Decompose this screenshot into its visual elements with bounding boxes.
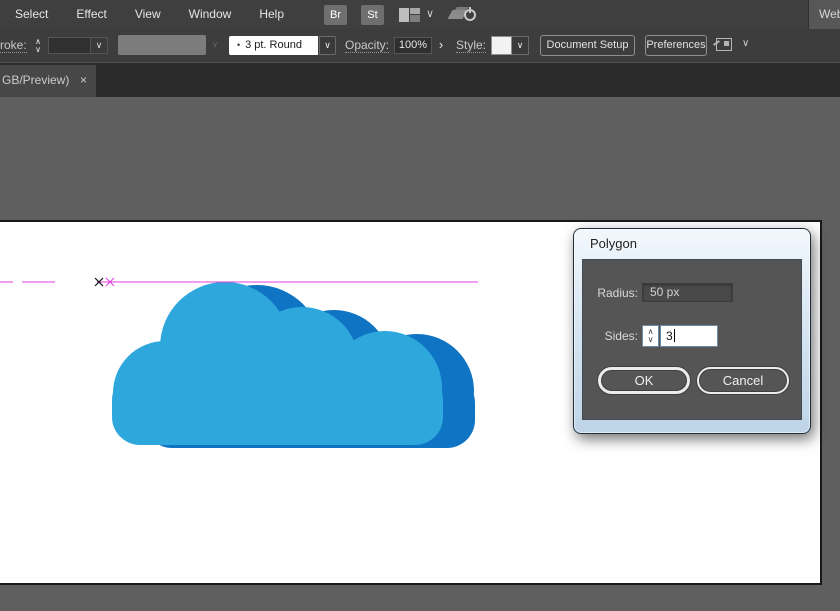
power-icon: [464, 6, 477, 21]
opacity-input[interactable]: 100%: [394, 37, 432, 54]
sides-stepper[interactable]: ∧ ∨: [642, 325, 659, 347]
options-bar: roke: ∧ ∨ ∨ ∨ • 3 pt. Round ∨ Opacity: 1…: [0, 29, 840, 62]
stepper-down-icon[interactable]: ∨: [35, 45, 41, 54]
sides-input[interactable]: 3: [660, 325, 718, 347]
chevron-down-icon[interactable]: ∨: [426, 0, 434, 29]
cancel-button[interactable]: Cancel: [697, 367, 789, 394]
pasteboard[interactable]: Polygon Radius: 50 px Sides: ∧ ∨ 3 OK Ca…: [0, 97, 840, 611]
menu-help[interactable]: Help: [245, 0, 298, 29]
stepper-down-icon[interactable]: ∨: [648, 336, 654, 344]
stroke-weight-field[interactable]: [48, 37, 90, 54]
style-dropdown-icon[interactable]: ∨: [512, 36, 529, 55]
bullet-icon: •: [237, 40, 241, 50]
workspace-switcher-button[interactable]: Web: [808, 0, 840, 29]
text-caret: [673, 329, 675, 342]
illustrator-window: Select Effect View Window Help Br St ∨ W…: [0, 0, 840, 611]
polygon-dialog[interactable]: Polygon Radius: 50 px Sides: ∧ ∨ 3 OK Ca…: [573, 228, 811, 434]
dialog-body: Radius: 50 px Sides: ∧ ∨ 3 OK Cancel: [582, 259, 802, 420]
width-profile-dropdown-icon[interactable]: ∨: [319, 36, 336, 55]
sides-label: Sides:: [604, 329, 638, 343]
radius-input[interactable]: 50 px: [642, 283, 733, 302]
radius-label: Radius:: [597, 286, 638, 300]
close-icon[interactable]: ×: [80, 65, 87, 96]
preferences-button[interactable]: Preferences: [645, 35, 707, 56]
document-tab[interactable]: GB/Preview) ×: [0, 65, 96, 98]
opacity-label[interactable]: Opacity:: [345, 38, 390, 53]
menu-window[interactable]: Window: [175, 0, 246, 29]
brush-value: 3 pt. Round: [245, 39, 302, 51]
stroke-weight-stepper[interactable]: ∧ ∨: [31, 36, 45, 55]
graphic-style-swatch[interactable]: [491, 36, 512, 55]
brush-definition-preview[interactable]: [118, 35, 206, 55]
artboard-options-icon[interactable]: [713, 38, 732, 51]
bridge-button[interactable]: Br: [324, 4, 347, 25]
sides-value: 3: [666, 329, 673, 343]
style-label[interactable]: Style:: [456, 38, 487, 53]
artboard-options-chevron-icon[interactable]: ∨: [742, 38, 749, 49]
brush-dropdown-icon[interactable]: ∨: [208, 37, 222, 54]
menu-select[interactable]: Select: [0, 0, 62, 29]
stroke-label[interactable]: roke:: [0, 38, 27, 53]
dialog-title: Polygon: [590, 236, 637, 251]
menu-effect[interactable]: Effect: [62, 0, 120, 29]
menu-view[interactable]: View: [121, 0, 175, 29]
variable-width-profile-combo[interactable]: • 3 pt. Round: [229, 36, 318, 55]
stroke-weight-dropdown-icon[interactable]: ∨: [90, 37, 108, 54]
document-setup-button[interactable]: Document Setup: [540, 35, 635, 56]
opacity-flyout-icon[interactable]: ›: [434, 37, 448, 54]
arrange-documents-icon[interactable]: [399, 7, 420, 22]
document-tab-label: GB/Preview): [2, 73, 70, 87]
document-tab-bar: GB/Preview) ×: [0, 62, 840, 98]
cs-live-icon[interactable]: [447, 6, 477, 24]
stock-button[interactable]: St: [361, 4, 384, 25]
ok-button[interactable]: OK: [598, 367, 690, 394]
menubar: Select Effect View Window Help Br St ∨ W…: [0, 0, 840, 29]
